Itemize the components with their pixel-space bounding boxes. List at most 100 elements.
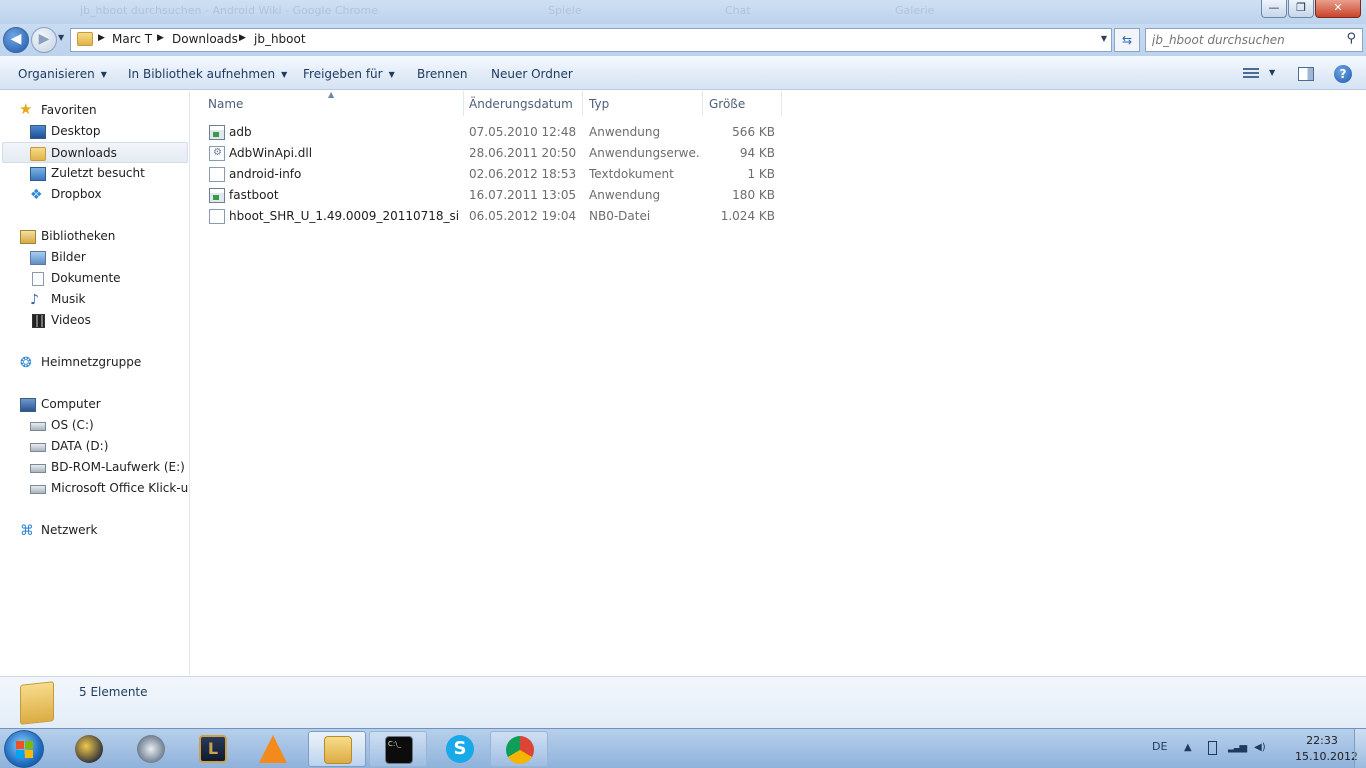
column-divider[interactable] — [781, 91, 782, 116]
nav-libraries-label: Bibliotheken — [41, 229, 116, 243]
search-input[interactable] — [1152, 32, 1332, 48]
nav-dropbox-label: Dropbox — [51, 187, 102, 201]
address-bar[interactable]: ▶ Marc T ▶ Downloads ▶ jb_hboot ▼ — [70, 28, 1112, 52]
nav-recent-places[interactable]: Zuletzt besucht — [2, 163, 188, 184]
file-name: android-info — [229, 167, 302, 181]
breadcrumb-jb-hboot[interactable]: jb_hboot — [254, 32, 306, 46]
nav-music-label: Musik — [51, 292, 86, 306]
nav-pictures-label: Bilder — [51, 250, 86, 264]
taskbar-app-world[interactable] — [60, 731, 118, 767]
view-options-dropdown[interactable]: ▼ — [1269, 68, 1275, 77]
taskbar-app-league[interactable]: L — [184, 731, 242, 767]
address-dropdown-icon[interactable]: ▼ — [1101, 34, 1107, 43]
start-button[interactable] — [4, 730, 44, 768]
hard-drive-icon — [30, 443, 46, 452]
column-divider[interactable] — [463, 91, 464, 116]
chevron-down-icon: ▼ — [388, 70, 395, 79]
taskbar-app-explorer[interactable] — [308, 731, 366, 767]
burn-button[interactable]: Brennen — [417, 67, 467, 81]
battery-icon[interactable] — [1208, 741, 1217, 755]
music-icon: ♪ — [30, 292, 39, 308]
nav-downloads[interactable]: Downloads — [2, 142, 188, 163]
show-hidden-icons-icon[interactable]: ▲ — [1184, 742, 1192, 753]
show-desktop-button[interactable] — [1354, 729, 1366, 768]
refresh-button[interactable]: ⇆ — [1114, 28, 1140, 52]
help-icon[interactable]: ? — [1334, 65, 1352, 83]
chevron-right-icon[interactable]: ▶ — [239, 33, 246, 43]
nav-homegroup[interactable]: ❂ Heimnetzgruppe — [2, 352, 188, 373]
file-row-android-info[interactable]: android-info 02.06.2012 18:53 Textdokume… — [205, 164, 775, 185]
address-row: ◀ ▶ ▼ ▶ Marc T ▶ Downloads ▶ jb_hboot ▼ … — [0, 24, 1366, 56]
file-type: Textdokument — [589, 167, 674, 181]
breadcrumb-downloads[interactable]: Downloads — [172, 32, 238, 46]
column-header-type[interactable]: Typ — [589, 94, 609, 116]
file-row-adbwinapi[interactable]: AdbWinApi.dll 28.06.2011 20:50 Anwendung… — [205, 143, 775, 164]
file-row-adb[interactable]: adb 07.05.2010 12:48 Anwendung 566 KB — [205, 122, 775, 143]
clock-time[interactable]: 22:33 — [1300, 734, 1344, 747]
taskbar-app-cmd[interactable]: C:\_ — [369, 731, 427, 767]
column-header-size[interactable]: Größe — [709, 94, 745, 116]
volume-icon[interactable]: ◀) — [1254, 742, 1266, 753]
include-library-label: In Bibliothek aufnehmen — [128, 67, 276, 81]
system-tray: DE ▲ ▂▃▅ ◀) 22:33 15.10.2012 — [1140, 729, 1366, 768]
search-box[interactable]: ⚲ — [1145, 28, 1363, 52]
pictures-icon — [30, 251, 46, 265]
breadcrumb-marc-t[interactable]: Marc T — [112, 32, 152, 46]
recent-pages-dropdown[interactable]: ▼ — [58, 33, 64, 42]
preview-pane-icon[interactable] — [1298, 67, 1314, 81]
nav-desktop-label: Desktop — [51, 124, 101, 138]
nav-drive-d[interactable]: DATA (D:) — [2, 436, 188, 457]
nav-dropbox[interactable]: ❖ Dropbox — [2, 184, 188, 205]
nav-music[interactable]: ♪ Musik — [2, 289, 188, 310]
column-header-date[interactable]: Änderungsdatum — [469, 94, 573, 116]
minimize-button[interactable]: — — [1261, 0, 1287, 18]
background-title-text: Galerie — [895, 4, 935, 17]
nav-computer[interactable]: Computer — [2, 394, 188, 415]
include-in-library-menu[interactable]: In Bibliothek aufnehmen ▼ — [128, 67, 287, 81]
file-name: AdbWinApi.dll — [229, 146, 313, 160]
nav-drive-c[interactable]: OS (C:) — [2, 415, 188, 436]
nav-downloads-label: Downloads — [51, 146, 117, 160]
taskbar-app-skype[interactable]: S — [431, 731, 489, 767]
nav-drive-e[interactable]: BD-ROM-Laufwerk (E:) 13 — [2, 457, 188, 478]
column-divider[interactable] — [702, 91, 703, 116]
nav-videos[interactable]: Videos — [2, 310, 188, 331]
chevron-right-icon[interactable]: ▶ — [98, 33, 105, 43]
nav-videos-label: Videos — [51, 313, 91, 327]
change-view-icon[interactable] — [1243, 68, 1259, 80]
column-header-name[interactable]: Name — [208, 94, 243, 116]
cmd-icon: C:\_ — [385, 736, 413, 764]
chevron-right-icon[interactable]: ▶ — [157, 33, 164, 43]
nav-documents[interactable]: Dokumente — [2, 268, 188, 289]
maximize-button[interactable]: ❐ — [1288, 0, 1314, 18]
column-divider[interactable] — [582, 91, 583, 116]
documents-icon — [32, 272, 44, 286]
steam-icon — [137, 735, 165, 763]
language-indicator[interactable]: DE — [1152, 740, 1167, 753]
share-with-menu[interactable]: Freigeben für ▼ — [303, 67, 395, 81]
nav-office-click-to-run[interactable]: Microsoft Office Klick-und-Los... — [2, 478, 188, 499]
nav-desktop[interactable]: Desktop — [2, 121, 188, 142]
close-button[interactable]: ✕ — [1315, 0, 1361, 18]
file-row-hboot[interactable]: hboot_SHR_U_1.49.0009_20110718_signe... … — [205, 206, 775, 227]
libraries-icon — [20, 230, 36, 244]
file-list: Name ▲ Änderungsdatum Typ Größe adb 07.0… — [191, 90, 1366, 675]
nav-network[interactable]: ⌘ Netzwerk — [2, 520, 188, 541]
file-type: Anwendung — [589, 125, 661, 139]
taskbar-app-steam[interactable] — [122, 731, 180, 767]
back-button[interactable]: ◀ — [3, 27, 29, 53]
file-name: adb — [229, 125, 252, 139]
signal-strength-icon[interactable]: ▂▃▅ — [1228, 742, 1247, 753]
nav-libraries[interactable]: Bibliotheken — [2, 226, 188, 247]
nav-favorites[interactable]: ★ Favoriten — [2, 100, 188, 121]
clock-date[interactable]: 15.10.2012 — [1295, 750, 1358, 763]
search-icon[interactable]: ⚲ — [1346, 31, 1356, 46]
organize-menu[interactable]: Organisieren ▼ — [18, 67, 107, 81]
taskbar-app-chrome[interactable] — [490, 731, 548, 767]
file-row-fastboot[interactable]: fastboot 16.07.2011 13:05 Anwendung 180 … — [205, 185, 775, 206]
forward-button[interactable]: ▶ — [31, 27, 57, 53]
nav-documents-label: Dokumente — [51, 271, 121, 285]
taskbar-app-vlc[interactable] — [244, 731, 302, 767]
new-folder-button[interactable]: Neuer Ordner — [491, 67, 573, 81]
nav-pictures[interactable]: Bilder — [2, 247, 188, 268]
